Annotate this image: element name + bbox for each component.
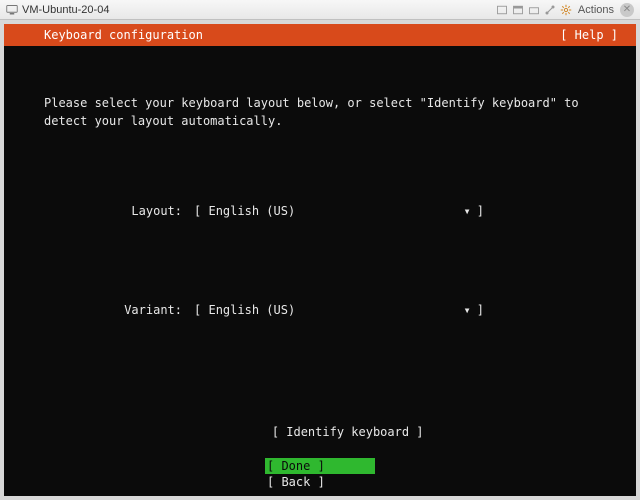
monitor-icon [6,4,18,16]
variant-label: Variant: [44,301,194,320]
bracket-close: ] [477,202,484,221]
layout-value: English (US) [208,202,295,221]
footer-buttons: [ Done ] [ Back ] [4,458,636,490]
variant-value: English (US) [208,301,295,320]
identify-keyboard-button[interactable]: [ Identify keyboard ] [272,425,424,439]
layout-select[interactable]: [ English (US) ▾ ] [194,202,484,221]
vm-titlebar: VM-Ubuntu-20-04 Actions ✕ [0,0,640,20]
window-icon-2[interactable] [512,4,524,16]
bracket-open: [ [194,202,201,221]
chevron-down-icon: ▾ [464,202,471,221]
header-bar: Keyboard configuration [ Help ] [4,24,636,46]
bracket-open: [ [194,301,201,320]
instruction-text: Please select your keyboard layout below… [44,94,608,130]
window-icon-1[interactable] [496,4,508,16]
actions-label[interactable]: Actions [578,4,614,16]
variant-select[interactable]: [ English (US) ▾ ] [194,301,484,320]
gear-icon[interactable] [560,4,572,16]
variant-row: Variant: [ English (US) ▾ ] [44,301,608,320]
vm-title: VM-Ubuntu-20-04 [22,4,109,16]
bracket-close: ] [477,301,484,320]
identify-row: [ Identify keyboard ] [44,403,608,461]
content-area: Please select your keyboard layout below… [4,46,636,499]
vm-title-left: VM-Ubuntu-20-04 [6,4,109,16]
instruction-line-2: detect your layout automatically. [44,112,608,130]
help-button[interactable]: [ Help ] [560,28,618,42]
layout-row: Layout: [ English (US) ▾ ] [44,202,608,221]
done-button[interactable]: [ Done ] [265,458,375,474]
console-frame: Keyboard configuration [ Help ] Please s… [4,24,636,496]
network-icon[interactable] [544,4,556,16]
chevron-down-icon: ▾ [464,301,471,320]
vm-title-right: Actions ✕ [496,3,634,17]
back-button[interactable]: [ Back ] [265,474,375,490]
close-icon[interactable]: ✕ [620,3,634,17]
layout-label: Layout: [44,202,194,221]
window-icon-3[interactable] [528,4,540,16]
page-title: Keyboard configuration [44,28,203,42]
instruction-line-1: Please select your keyboard layout below… [44,94,608,112]
